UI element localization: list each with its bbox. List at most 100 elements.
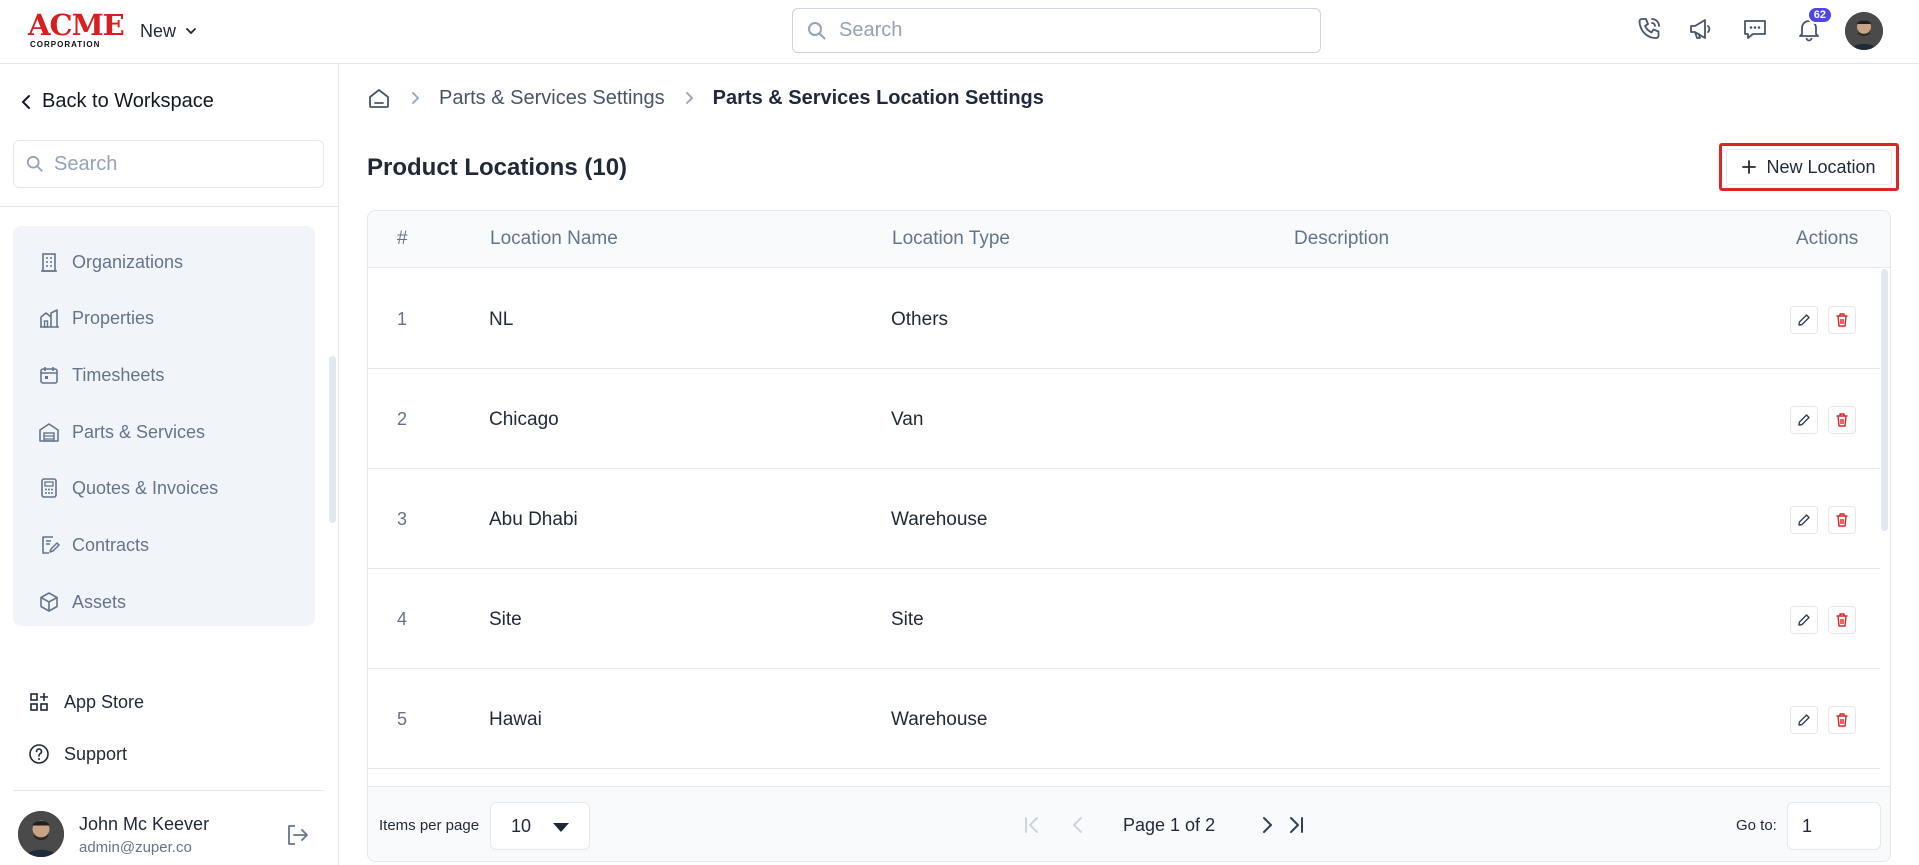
last-page-button[interactable] (1284, 813, 1308, 837)
new-menu-label: New (140, 20, 177, 41)
location-name: Chicago (489, 409, 559, 430)
sidebar-item-properties[interactable]: Properties (38, 307, 154, 329)
sidebar-item-label: Assets (72, 591, 127, 612)
column-header-actions: Actions (1796, 228, 1859, 249)
trash-icon (1836, 513, 1848, 527)
calculator-icon (41, 478, 57, 498)
announcements-button[interactable] (1685, 13, 1717, 45)
app-store-icon (30, 693, 48, 711)
goto-label: Go to: (1736, 817, 1777, 834)
table-row[interactable]: 3 Abu Dhabi Warehouse (368, 469, 1880, 569)
sidebar-item-label: Organizations (72, 251, 184, 272)
sidebar-item-organizations[interactable]: Organizations (38, 251, 183, 273)
edit-button[interactable] (1790, 406, 1818, 434)
logout-button[interactable] (284, 822, 310, 853)
sidebar-search[interactable] (13, 140, 324, 188)
chat-button[interactable] (1739, 13, 1771, 45)
company-logo[interactable]: ACME CORPORATION (28, 10, 125, 49)
caret-down-icon (553, 823, 569, 832)
sidebar: Back to Workspace Organizations Properti… (0, 64, 339, 865)
notifications-button[interactable]: 62 (1793, 6, 1833, 45)
table-header: # Location Name Location Type Descriptio… (368, 211, 1890, 268)
location-type: Warehouse (891, 509, 988, 530)
items-per-page-value: 10 (511, 815, 532, 836)
pencil-icon (1798, 714, 1810, 726)
global-search-input[interactable] (839, 19, 1299, 42)
phone-button[interactable] (1633, 13, 1665, 45)
trash-icon (1836, 313, 1848, 327)
breadcrumb: Parts & Services Settings Parts & Servic… (367, 86, 1044, 110)
delete-button[interactable] (1828, 506, 1856, 534)
megaphone-icon (1690, 19, 1711, 39)
avatar-icon (18, 811, 64, 857)
warehouse-icon (39, 423, 59, 442)
first-page-button[interactable] (1020, 813, 1044, 837)
logo-subtext: CORPORATION (30, 40, 101, 49)
breadcrumb-current: Parts & Services Location Settings (712, 86, 1044, 109)
logout-icon (288, 825, 308, 845)
pencil-icon (1798, 614, 1810, 626)
sidebar-item-quotes-invoices[interactable]: Quotes & Invoices (38, 477, 218, 499)
sidebar-item-assets[interactable]: Assets (38, 591, 126, 613)
items-per-page-select[interactable]: 10 (490, 802, 590, 850)
logo-text: ACME (28, 8, 125, 42)
page-title: Product Locations (10) (367, 154, 628, 181)
table-row[interactable]: 2 Chicago Van (368, 369, 1880, 469)
table-row[interactable]: 1 NL Others (368, 269, 1880, 369)
chevron-right-icon (685, 92, 693, 104)
column-header-number: # (397, 228, 408, 249)
home-icon[interactable] (367, 86, 391, 110)
calendar-icon (40, 367, 58, 384)
global-search[interactable] (792, 8, 1321, 53)
avatar-icon (1845, 12, 1883, 50)
items-per-page-label: Items per page (379, 817, 480, 834)
next-page-button[interactable] (1255, 813, 1279, 837)
delete-button[interactable] (1828, 306, 1856, 334)
column-header-location-name[interactable]: Location Name (490, 228, 618, 250)
delete-button[interactable] (1828, 706, 1856, 734)
user-name: John Mc Keever (79, 814, 210, 834)
new-location-button[interactable]: New Location (1719, 143, 1899, 191)
sidebar-item-parts-services[interactable]: Parts & Services (38, 421, 205, 443)
edit-button[interactable] (1790, 306, 1818, 334)
sidebar-item-label: Timesheets (72, 364, 165, 385)
delete-button[interactable] (1828, 606, 1856, 634)
table-row[interactable]: 5 Hawai Warehouse (368, 669, 1880, 769)
first-page-icon (1025, 817, 1038, 833)
column-header-description[interactable]: Description (1294, 228, 1389, 250)
pagination-bar: Items per page 10 Page 1 of 2 Go to: (368, 786, 1890, 861)
goto-page-input[interactable] (1787, 802, 1881, 850)
chevron-right-icon (412, 92, 420, 104)
new-menu-button[interactable]: New (140, 19, 198, 43)
sidebar-divider (0, 206, 338, 207)
chat-icon (1744, 20, 1766, 39)
back-to-workspace-link[interactable]: Back to Workspace (20, 90, 214, 113)
location-type: Others (891, 309, 949, 330)
user-avatar[interactable] (18, 811, 64, 857)
sidebar-scrollbar[interactable] (329, 356, 336, 523)
table-scrollbar[interactable] (1881, 269, 1888, 531)
sidebar-item-timesheets[interactable]: Timesheets (38, 364, 164, 386)
column-header-location-type[interactable]: Location Type (892, 228, 1010, 250)
location-name: NL (489, 309, 514, 330)
edit-button[interactable] (1790, 606, 1818, 634)
sidebar-item-contracts[interactable]: Contracts (38, 534, 149, 556)
support-link[interactable]: Support (28, 743, 127, 765)
previous-page-button[interactable] (1066, 813, 1090, 837)
pencil-icon (1798, 314, 1810, 326)
notification-badge: 62 (1806, 6, 1833, 24)
chevron-left-icon (21, 94, 30, 109)
breadcrumb-parent[interactable]: Parts & Services Settings (439, 87, 665, 110)
contract-icon (42, 536, 60, 554)
edit-button[interactable] (1790, 506, 1818, 534)
delete-button[interactable] (1828, 406, 1856, 434)
app-store-link[interactable]: App Store (28, 691, 144, 713)
new-location-button-inner[interactable]: New Location (1726, 149, 1892, 185)
edit-button[interactable] (1790, 706, 1818, 734)
location-type: Warehouse (891, 709, 988, 730)
building-icon (41, 253, 57, 272)
profile-avatar[interactable] (1845, 12, 1883, 50)
trash-icon (1836, 413, 1848, 427)
sidebar-search-input[interactable] (54, 152, 304, 176)
table-row[interactable]: 4 Site Site (368, 569, 1880, 669)
